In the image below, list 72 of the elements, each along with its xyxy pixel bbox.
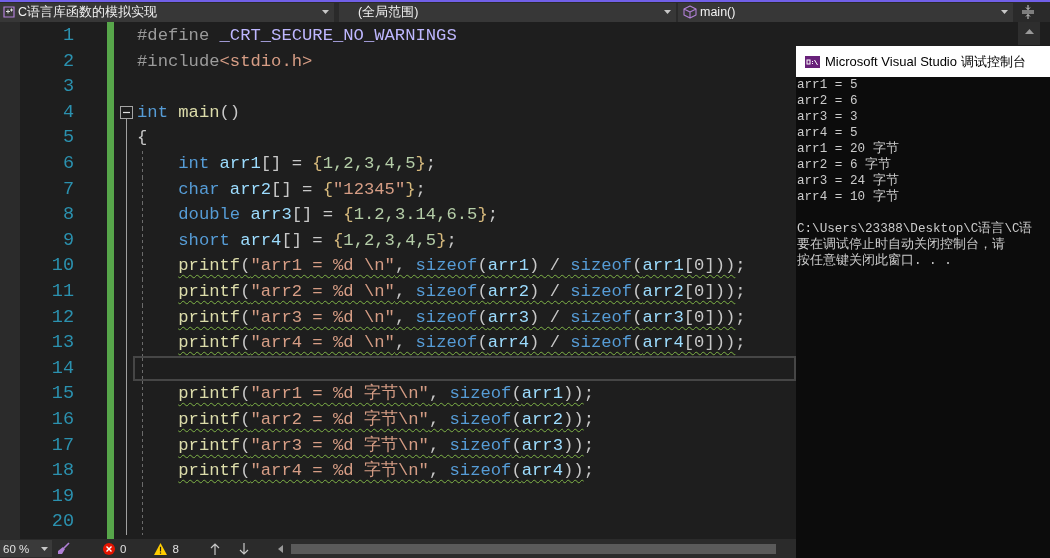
console-line: 要在调试停止时自动关闭控制台，请 <box>797 237 1005 253</box>
line-number: 7 <box>62 177 74 202</box>
code-line: printf("arr3 = %d 字节\n", sizeof(arr3)); <box>133 432 594 459</box>
console-line: arr3 = 3 <box>797 109 858 125</box>
line-number: 12 <box>51 305 74 330</box>
error-icon <box>103 542 115 555</box>
window-title: Microsoft Visual Studio 调试控制台 <box>825 52 1026 71</box>
line-number: 1 <box>62 24 74 48</box>
line-number: 18 <box>51 459 74 484</box>
scope-dropdown[interactable]: (全局范围) <box>339 2 676 22</box>
code-line: int main() <box>136 101 241 124</box>
caret-icon <box>664 10 671 14</box>
scroll-up-icon[interactable] <box>1024 29 1034 34</box>
arrow-up-icon <box>209 542 220 555</box>
code-line: printf("arr4 = %d \n", sizeof(arr4) / sizeof(arr4[0])); <box>133 330 746 356</box>
caret-icon <box>1001 10 1008 14</box>
line-number: 15 <box>51 382 74 407</box>
collapse-icon[interactable] <box>119 105 133 119</box>
project-dropdown[interactable]: C语言库函数的模拟实现 <box>0 2 334 22</box>
zoom-dropdown[interactable]: 60 % <box>0 540 52 557</box>
warning-icon <box>154 542 168 555</box>
console-line: arr4 = 5 <box>797 125 858 141</box>
broom-icon[interactable] <box>57 542 70 555</box>
warning-count-button[interactable]: 8 <box>154 540 179 557</box>
code-line: printf("arr2 = %d 字节\n", sizeof(arr2)); <box>133 406 594 433</box>
caret-icon <box>322 10 329 14</box>
line-number: 13 <box>51 331 74 356</box>
console-line: C:\Users\23388\Desktop\C语言\C语 <box>797 221 1033 237</box>
code-line: printf("arr1 = %d \n", sizeof(arr1) / sizeof(arr1[0])); <box>133 253 746 279</box>
line-number: 9 <box>62 228 74 253</box>
line-number: 2 <box>62 49 74 74</box>
line-number: 10 <box>51 254 74 279</box>
console-line: arr4 = 10 字节 <box>797 189 899 205</box>
caret-icon <box>41 546 48 551</box>
vertical-scrollbar[interactable] <box>1018 22 1040 45</box>
line-number: 3 <box>62 75 74 100</box>
code-line: short arr4[] = {1,2,3,4,5}; <box>133 227 457 254</box>
arrow-down-icon <box>238 542 249 555</box>
line-number: 19 <box>51 484 74 509</box>
code-line: printf("arr2 = %d \n", sizeof(arr2) / sizeof(arr2[0])); <box>133 278 746 305</box>
code-line: int arr1[] = {1,2,3,4,5}; <box>133 150 437 177</box>
line-number: 14 <box>51 356 74 381</box>
member-dropdown[interactable]: main() <box>678 2 1013 22</box>
scroll-left-icon[interactable] <box>277 544 283 553</box>
console-app-icon <box>805 55 820 68</box>
code-line: printf("arr1 = %d 字节\n", sizeof(arr1)); <box>133 381 594 407</box>
line-number: 16 <box>51 407 74 432</box>
line-number: 6 <box>62 151 74 176</box>
line-number: 17 <box>51 433 74 458</box>
cube-icon <box>683 5 697 19</box>
code-line: #define _CRT_SECURE_NO_WARNINGS <box>136 25 457 47</box>
console-line: arr1 = 20 字节 <box>797 141 899 157</box>
plus-square-icon <box>3 6 15 18</box>
error-count-button[interactable]: 0 <box>103 540 127 557</box>
line-number: 8 <box>62 203 74 228</box>
line-number: 11 <box>51 279 74 304</box>
code-line: #include<stdio.h> <box>136 50 313 73</box>
console-line: arr1 = 5 <box>797 77 858 93</box>
code-line: { <box>136 127 148 150</box>
code-line: double arr3[] = {1.2,3.14,6.5}; <box>133 202 499 228</box>
line-number: 5 <box>62 126 74 151</box>
code-line: printf("arr4 = %d 字节\n", sizeof(arr4)); <box>133 458 594 484</box>
code-line: printf("arr3 = %d \n", sizeof(arr3) / sizeof(arr3[0])); <box>133 304 746 331</box>
console-line: arr3 = 24 字节 <box>797 173 899 189</box>
split-arrows-icon <box>1022 5 1034 19</box>
console-line: arr2 = 6 字节 <box>797 157 892 173</box>
code-line: char arr2[] = {"12345"}; <box>133 176 426 203</box>
scrollbar-thumb[interactable] <box>290 543 776 554</box>
console-line: 按任意键关闭此窗口. . . <box>797 253 952 269</box>
line-number: 4 <box>62 100 74 125</box>
console-line: arr2 = 6 <box>797 93 858 109</box>
line-number: 20 <box>51 510 74 535</box>
